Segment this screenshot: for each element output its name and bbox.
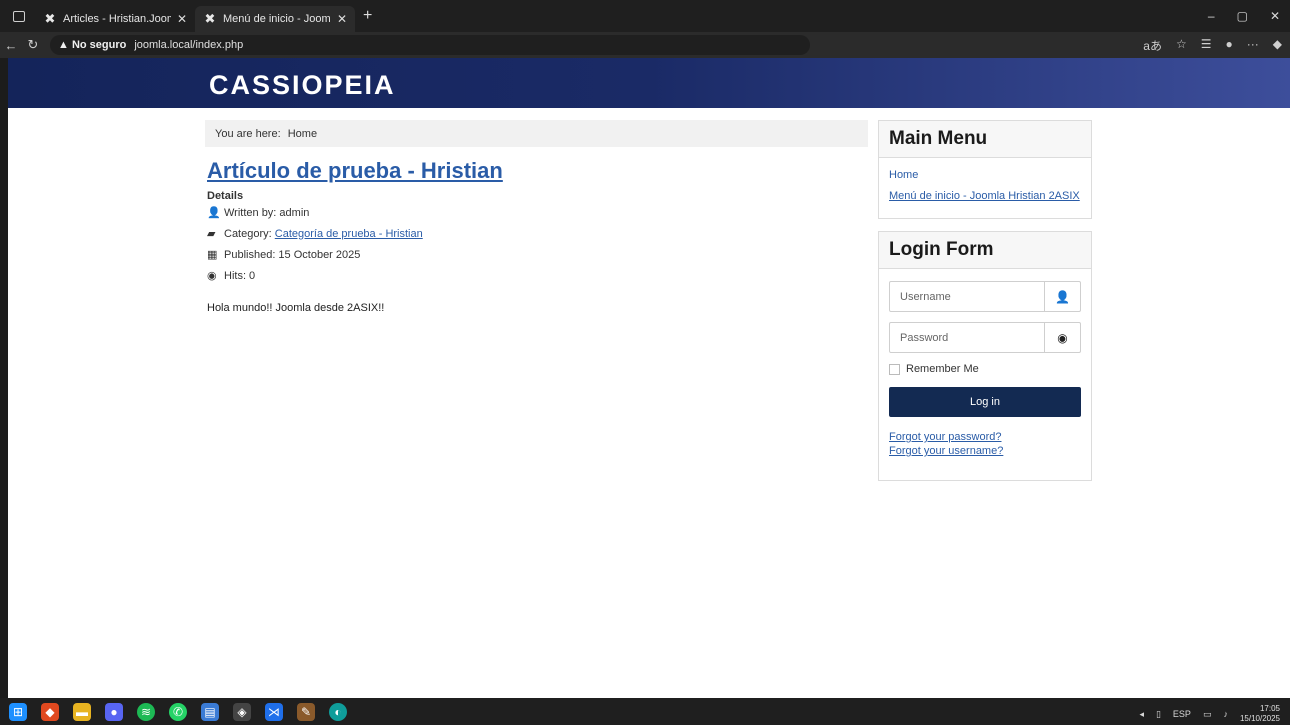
copilot-icon[interactable]: ◆ [1273,37,1282,54]
url-field[interactable]: ▲ No seguro joomla.local/index.php [50,35,810,55]
site-header: CASSIOPEIA [8,58,1290,108]
published-date: Published: 15 October 2025 [224,248,361,261]
article-body: Hola mundo!! Joomla desde 2ASIX!! [207,302,385,314]
breadcrumb-label: You are here: [215,128,281,140]
main-menu-module: Main Menu Home Menú de inicio - Joomla H… [878,120,1092,219]
minimize-icon[interactable]: – [1208,9,1215,23]
close-tab-icon[interactable]: ✕ [177,12,187,26]
favorite-star-icon[interactable]: ☆ [1176,37,1187,54]
username-placeholder[interactable]: Username [890,282,1044,311]
calendar-icon: ▦ [207,249,218,261]
joomla-icon: ✖ [204,11,216,26]
page-viewport: CASSIOPEIA You are here: Home Artículo d… [8,58,1290,698]
hits-count: Hits: 0 [224,269,256,282]
window-controls: – ▢ ✕ [1208,9,1280,23]
vpn-icon[interactable]: ◈ [233,702,251,721]
password-field[interactable]: Password ◉ [889,322,1081,353]
forgot-username-link[interactable]: Forgot your username? [889,445,1081,457]
menu-item-home[interactable]: Home [889,169,1081,181]
windows-start-icon[interactable]: ⊞ [9,702,27,721]
profile-icon[interactable]: ● [1226,37,1233,54]
tab-articles[interactable]: ✖ Articles - Hristian.Joomla - Admin ✕ [35,6,195,32]
store-icon[interactable]: ▤ [201,702,219,721]
app-icon[interactable]: ✎ [297,702,315,721]
show-password-icon[interactable]: ◉ [1044,323,1080,352]
published-row: ▦ Published: 15 October 2025 [207,248,423,262]
folder-open-icon: ▰ [207,228,216,240]
menu-item-menu-inicio[interactable]: Menú de inicio - Joomla Hristian 2ASIX [889,190,1081,202]
tab-actions-icon[interactable] [13,10,25,22]
browser-toolbar: aあ ☆ ☰ ● ··· ◆ [1143,37,1282,54]
eye-icon: ◉ [207,270,217,282]
username-field[interactable]: Username 👤 [889,281,1081,312]
breadcrumb: You are here: Home [205,120,868,147]
not-secure-badge[interactable]: ▲ No seguro [58,39,126,51]
clock-time: 17:05 [1259,704,1280,713]
discord-icon[interactable]: ● [105,702,123,721]
battery-icon[interactable]: ▯ [1156,709,1161,720]
password-placeholder[interactable]: Password [890,323,1044,352]
more-icon[interactable]: ··· [1247,37,1259,54]
clock[interactable]: 17:05 15/10/2025 [1240,704,1280,724]
close-window-icon[interactable]: ✕ [1270,9,1280,23]
maximize-icon[interactable]: ▢ [1237,9,1248,23]
reload-icon[interactable]: ↻ [22,37,44,53]
language-indicator[interactable]: ESP [1173,709,1191,719]
back-icon[interactable]: ← [0,38,22,53]
user-icon: 👤 [207,207,221,219]
article-details: Details 👤 Written by: admin ▰ Category: … [207,190,423,290]
brave-icon[interactable]: ◆ [41,702,59,721]
tab-title: Articles - Hristian.Joomla - Admin [63,13,171,25]
remember-label[interactable]: Remember Me [906,363,979,375]
url-text: joomla.local/index.php [134,39,244,51]
login-form-module: Login Form Username 👤 Password ◉ Remembe… [878,231,1092,481]
browser-tab-bar: ✖ Articles - Hristian.Joomla - Admin ✕ ✖… [0,0,1290,32]
read-aloud-icon[interactable]: aあ [1143,37,1162,54]
main-menu-title: Main Menu [879,121,1091,158]
site-brand[interactable]: CASSIOPEIA [209,70,396,101]
display-icon[interactable]: ▭ [1203,709,1212,720]
file-explorer-icon[interactable]: ▬ [73,702,91,721]
joomla-icon: ✖ [44,11,56,26]
remember-checkbox[interactable] [889,363,900,375]
new-tab-button[interactable]: + [363,7,372,25]
edge-icon[interactable]: ◐ [329,702,347,721]
hits-row: ◉ Hits: 0 [207,269,423,283]
details-label: Details [207,190,244,202]
clock-date: 15/10/2025 [1239,714,1280,723]
address-bar: ← ↻ ▲ No seguro joomla.local/index.php a… [0,32,1290,58]
forgot-password-link[interactable]: Forgot your password? [889,431,1081,443]
category-label: Category: [224,227,272,240]
category-link[interactable]: Categoría de prueba - Hristian [275,228,423,240]
article-title[interactable]: Artículo de prueba - Hristian [207,158,503,184]
login-button[interactable]: Log in [889,387,1081,417]
category-row: ▰ Category: Categoría de prueba - Hristi… [207,227,423,241]
author-row: 👤 Written by: admin [207,206,423,220]
tab-menu-inicio[interactable]: ✖ Menú de inicio - Joomla Hristian ✕ [195,6,355,32]
favorites-icon[interactable]: ☰ [1201,37,1212,54]
volume-icon[interactable]: ♪ [1223,709,1228,719]
remember-me: Remember Me [889,363,1081,375]
network-tray-icon[interactable]: ◂ [1139,709,1144,720]
breadcrumb-current: Home [287,128,318,140]
taskbar: ⊞ ◆ ▬ ● ≋ ✆ ▤ ◈ ⋊ ✎ ◐ ◂ ▯ ESP ▭ ♪ 17:05 … [0,698,1290,725]
close-tab-icon[interactable]: ✕ [337,12,347,26]
written-by: Written by: admin [224,206,310,219]
vscode-icon[interactable]: ⋊ [265,702,283,721]
spotify-icon[interactable]: ≋ [137,702,155,721]
system-tray: ◂ ▯ ESP ▭ ♪ 17:05 15/10/2025 [1139,704,1280,724]
whatsapp-icon[interactable]: ✆ [169,702,187,721]
login-form-title: Login Form [879,232,1091,269]
tab-title: Menú de inicio - Joomla Hristian [223,13,331,25]
user-icon: 👤 [1044,282,1080,311]
